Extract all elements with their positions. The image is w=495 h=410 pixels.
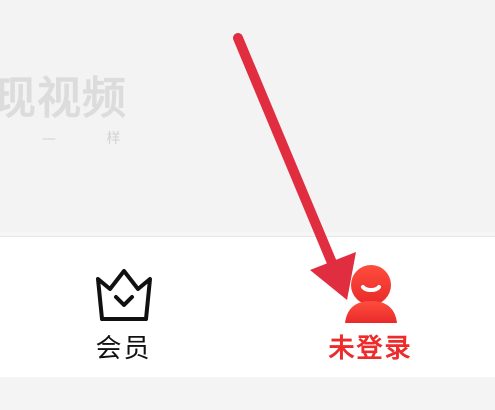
bottom-tab-bar: 会员 未登录 (0, 236, 495, 377)
app-screen: 现视频 — 样 会员 未登录 (0, 0, 495, 410)
faded-dash: — (42, 131, 57, 147)
content-area: 现视频 — 样 (0, 0, 495, 232)
tab-login[interactable]: 未登录 (247, 237, 494, 377)
tab-login-label: 未登录 (328, 334, 413, 364)
avatar-icon (344, 265, 397, 323)
bottom-strip (0, 377, 495, 410)
tab-vip-label: 会员 (95, 334, 152, 364)
tab-vip[interactable]: 会员 (0, 237, 247, 377)
faded-subtitle-char: 样 (106, 131, 122, 147)
crown-icon (95, 269, 152, 321)
faded-subtitle: — 样 (42, 128, 121, 148)
faded-title: 现视频 (0, 73, 127, 124)
